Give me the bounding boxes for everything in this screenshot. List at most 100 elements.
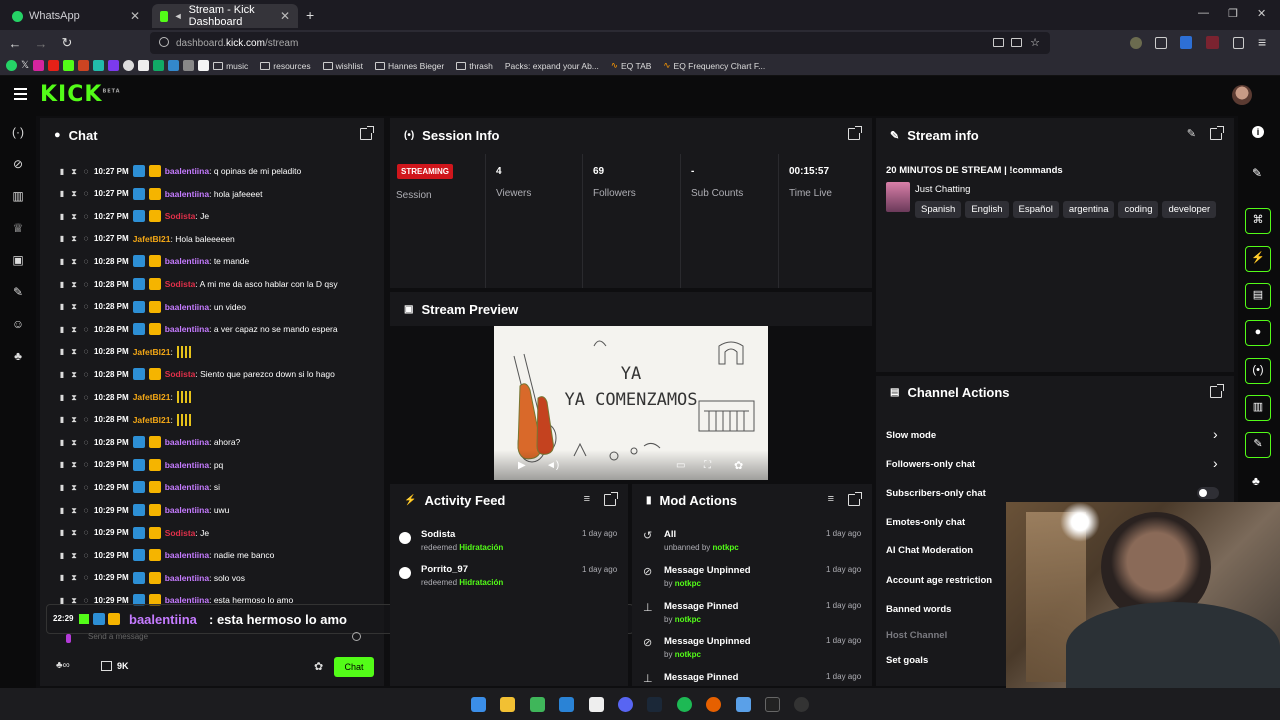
ban-icon[interactable]: ◌	[82, 483, 90, 492]
delete-icon[interactable]: ▮	[58, 573, 66, 582]
account-age-restriction-option[interactable]: Account age restriction	[886, 575, 992, 586]
timeout-icon[interactable]: ⧗	[70, 506, 78, 515]
wrench-icon[interactable]: ✎	[10, 284, 26, 300]
subscribers-only-chat-option[interactable]: Subscribers-only chat	[886, 488, 986, 499]
popout-icon[interactable]	[1210, 384, 1224, 398]
bookmark-icon[interactable]	[198, 60, 210, 71]
ban-icon[interactable]: ◌	[82, 506, 90, 515]
chat-username[interactable]: Sodista	[165, 369, 196, 379]
bookmark-icon[interactable]	[168, 60, 180, 71]
spotify-icon[interactable]	[677, 697, 692, 712]
delete-icon[interactable]: ▮	[58, 483, 66, 492]
discord-icon[interactable]	[618, 697, 633, 712]
ai-chat-moderation-option[interactable]: AI Chat Moderation	[886, 545, 973, 556]
maximize-icon[interactable]: ❐	[1228, 7, 1238, 20]
mute-icon[interactable]: ◄	[174, 11, 183, 21]
chat-username[interactable]: baalentiina	[165, 189, 209, 199]
timeout-icon[interactable]: ⧗	[70, 302, 78, 311]
back-icon[interactable]: ←	[2, 36, 28, 51]
minimize-icon[interactable]: —	[1198, 7, 1209, 19]
youtube-bookmark-icon[interactable]	[48, 60, 60, 71]
chat-username[interactable]: JafetBI21	[133, 392, 171, 402]
bookmark-folder-resources[interactable]: resources	[260, 61, 311, 71]
delete-icon[interactable]: ▮	[58, 302, 66, 311]
notes-icon[interactable]	[736, 697, 751, 712]
chat-input[interactable]: Send a message	[54, 630, 374, 648]
timeout-icon[interactable]: ⧗	[70, 234, 78, 243]
creator-icon[interactable]: ♣	[10, 348, 26, 364]
play-icon[interactable]: ▶	[518, 460, 526, 471]
edit-pencil-icon[interactable]: ✎	[1187, 127, 1196, 140]
chat-username[interactable]: baalentiina	[165, 437, 209, 447]
store-icon[interactable]	[101, 661, 112, 671]
ban-icon[interactable]: ◌	[82, 325, 90, 334]
emotes-only-chat-option[interactable]: Emotes-only chat	[886, 517, 965, 528]
bookmark-eq-tab[interactable]: ∿ EQ TAB	[611, 60, 652, 71]
obs-icon[interactable]	[589, 697, 604, 712]
file-explorer-icon[interactable]	[500, 697, 515, 712]
chat-username[interactable]: baalentiina	[165, 166, 209, 176]
bookmark-eq-chart[interactable]: ∿ EQ Frequency Chart F...	[663, 60, 765, 71]
ban-icon[interactable]: ◌	[82, 302, 90, 311]
rail-chat-button[interactable]: ●	[1245, 320, 1271, 346]
chat-username[interactable]: JafetBI21	[133, 415, 171, 425]
reload-icon[interactable]: ↻	[54, 35, 80, 51]
windows-start-icon[interactable]	[471, 697, 486, 712]
tab-whatsapp[interactable]: WhatsApp ✕	[4, 4, 148, 28]
timeout-icon[interactable]: ⧗	[70, 460, 78, 469]
rail-lightning-button[interactable]: ⚡	[1245, 246, 1271, 272]
github-bookmark-icon[interactable]	[123, 60, 135, 71]
broadcast-icon[interactable]: (·)	[10, 124, 26, 140]
close-tab-icon[interactable]: ✕	[280, 9, 290, 23]
delete-icon[interactable]: ▮	[58, 551, 66, 560]
new-tab-icon[interactable]: +	[306, 7, 314, 23]
video-settings-icon[interactable]: ✿	[734, 459, 743, 472]
drive-bookmark-icon[interactable]	[93, 60, 105, 71]
gear-icon[interactable]: ✿	[314, 660, 323, 673]
gmail-bookmark-icon[interactable]	[78, 60, 90, 71]
timeout-icon[interactable]: ⧗	[70, 573, 78, 582]
extension-icon[interactable]	[1130, 37, 1142, 49]
chat-username[interactable]: JafetBI21	[133, 234, 171, 244]
bookmark-folder-music[interactable]: music	[213, 61, 248, 71]
ban-icon[interactable]: ◌	[82, 257, 90, 266]
delete-icon[interactable]: ▮	[58, 325, 66, 334]
bookmark-icon[interactable]	[183, 60, 195, 71]
bookmark-star-icon[interactable]: ☆	[1030, 36, 1040, 49]
popout-icon[interactable]	[1210, 126, 1224, 140]
delete-icon[interactable]: ▮	[58, 347, 66, 356]
timeout-icon[interactable]: ⧗	[70, 325, 78, 334]
edit-pencil-icon[interactable]: ✎	[1252, 166, 1262, 180]
rail-page-button[interactable]: ▤	[1245, 283, 1271, 309]
twitch-bookmark-icon[interactable]	[108, 60, 120, 71]
timeout-icon[interactable]: ⧗	[70, 167, 78, 176]
delete-icon[interactable]: ▮	[58, 438, 66, 447]
menu-icon[interactable]: ≡	[1258, 34, 1266, 50]
tab-kick-dashboard[interactable]: ◄ Stream - Kick Dashboard ✕	[152, 4, 298, 28]
chat-username[interactable]: baalentiina	[165, 302, 209, 312]
banned-words-option[interactable]: Banned words	[886, 604, 951, 615]
rail-widget-button[interactable]: ⌘	[1245, 208, 1271, 234]
rail-actions-button[interactable]: ▥	[1245, 395, 1271, 421]
timeout-icon[interactable]: ⧗	[70, 280, 78, 289]
ban-icon[interactable]: ◌	[82, 370, 90, 379]
delete-icon[interactable]: ▮	[58, 280, 66, 289]
chat-username[interactable]: baalentiina	[165, 505, 209, 515]
chat-username[interactable]: baalentiina	[165, 482, 209, 492]
avatar[interactable]	[1232, 85, 1252, 105]
ban-icon[interactable]: ◌	[82, 551, 90, 560]
users-icon[interactable]: ☺	[10, 316, 26, 332]
timeout-icon[interactable]: ⧗	[70, 189, 78, 198]
timeout-icon[interactable]: ⧗	[70, 438, 78, 447]
ban-icon[interactable]: ◌	[82, 528, 90, 537]
delete-icon[interactable]: ▮	[58, 528, 66, 537]
volume-icon[interactable]: ◄)	[546, 460, 559, 471]
pip-icon[interactable]: ▭	[676, 460, 685, 471]
chat-username[interactable]: JafetBI21	[133, 347, 171, 357]
timeout-icon[interactable]: ⧗	[70, 551, 78, 560]
live-icon[interactable]	[765, 697, 780, 712]
set-goals-option[interactable]: Set goals	[886, 655, 928, 666]
popout-icon[interactable]	[604, 492, 618, 506]
firefox-icon[interactable]	[706, 697, 721, 712]
delete-icon[interactable]: ▮	[58, 234, 66, 243]
